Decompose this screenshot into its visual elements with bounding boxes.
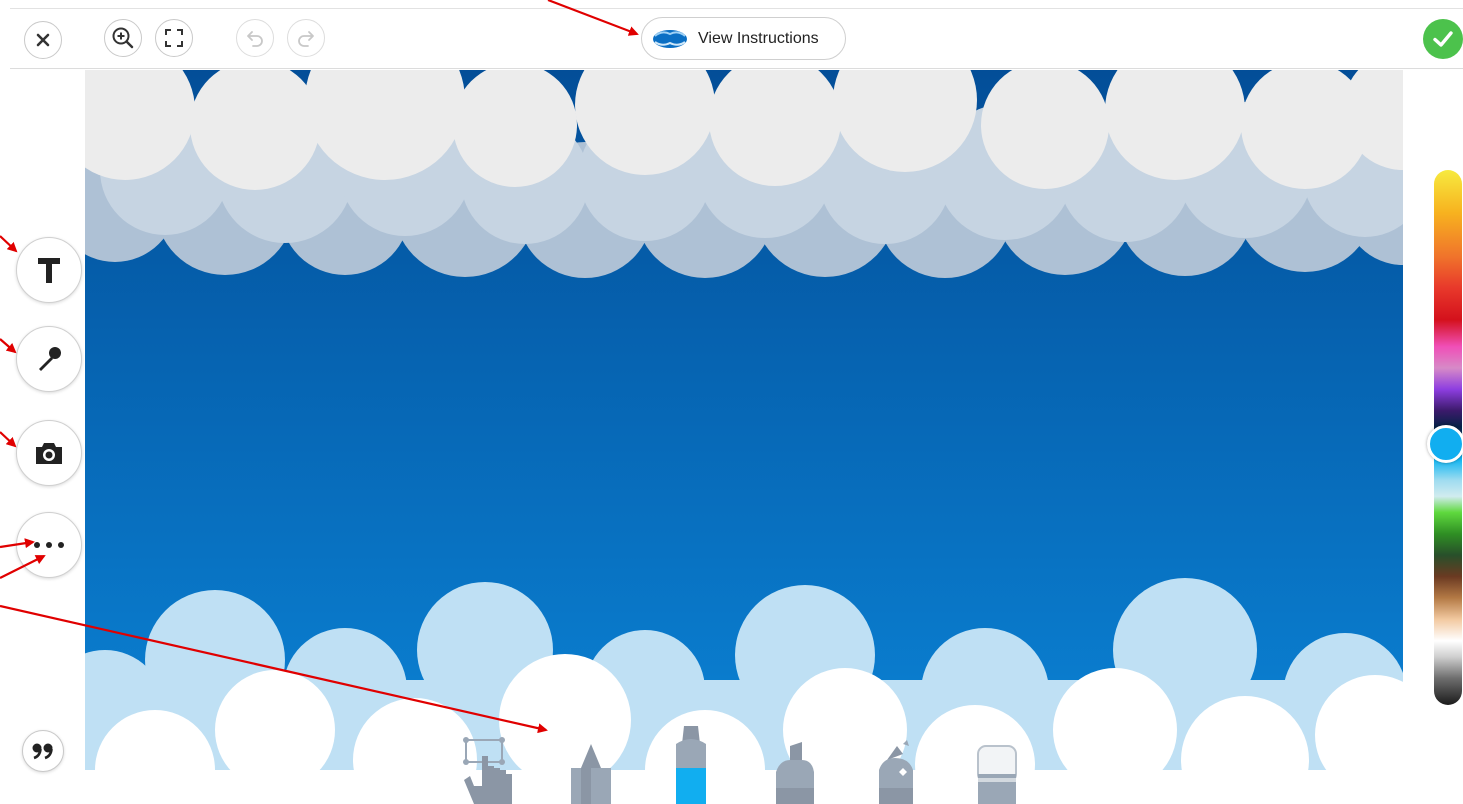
view-instructions-button[interactable]: View Instructions [641, 17, 846, 60]
check-icon [1433, 31, 1453, 47]
text-tool-button[interactable] [16, 237, 82, 303]
close-icon [36, 33, 50, 47]
undo-icon [247, 31, 263, 47]
glitter-pen-icon[interactable] [873, 740, 919, 804]
zoom-in-icon [112, 27, 134, 49]
text-icon [38, 258, 60, 283]
undo-button[interactable] [236, 19, 274, 57]
camera-tool-button[interactable] [16, 420, 82, 486]
sky-clouds-background [85, 70, 1403, 804]
fullscreen-icon [165, 29, 183, 47]
annotation-arrow-camera [0, 431, 17, 448]
fullscreen-button[interactable] [155, 19, 193, 57]
done-button[interactable] [1423, 19, 1463, 59]
eraser-icon[interactable] [975, 744, 1019, 804]
toolbar-divider [10, 68, 1463, 69]
annotation-arrow-voice [0, 338, 17, 354]
redo-icon [298, 31, 314, 47]
more-icon [34, 542, 64, 548]
instructions-thumbnail-icon [653, 30, 687, 48]
redo-button[interactable] [287, 19, 325, 57]
annotation-arrow-text [0, 235, 18, 253]
voice-tool-button[interactable] [16, 326, 82, 392]
quote-icon [32, 743, 53, 760]
pencil-icon[interactable] [570, 742, 612, 804]
top-toolbar: View Instructions [0, 0, 1463, 70]
color-palette-knob[interactable] [1427, 425, 1463, 463]
highlighter-icon[interactable] [772, 742, 818, 804]
close-button[interactable] [24, 21, 62, 59]
zoom-button[interactable] [104, 19, 142, 57]
top-divider [10, 8, 1463, 9]
view-instructions-label: View Instructions [698, 29, 819, 47]
hand-select-icon[interactable] [460, 736, 520, 804]
microphone-icon [39, 347, 61, 371]
caption-button[interactable] [22, 730, 64, 772]
marker-icon[interactable] [670, 724, 712, 804]
camera-icon [36, 443, 62, 464]
drawing-canvas[interactable] [85, 70, 1403, 804]
more-tool-button[interactable] [16, 512, 82, 578]
